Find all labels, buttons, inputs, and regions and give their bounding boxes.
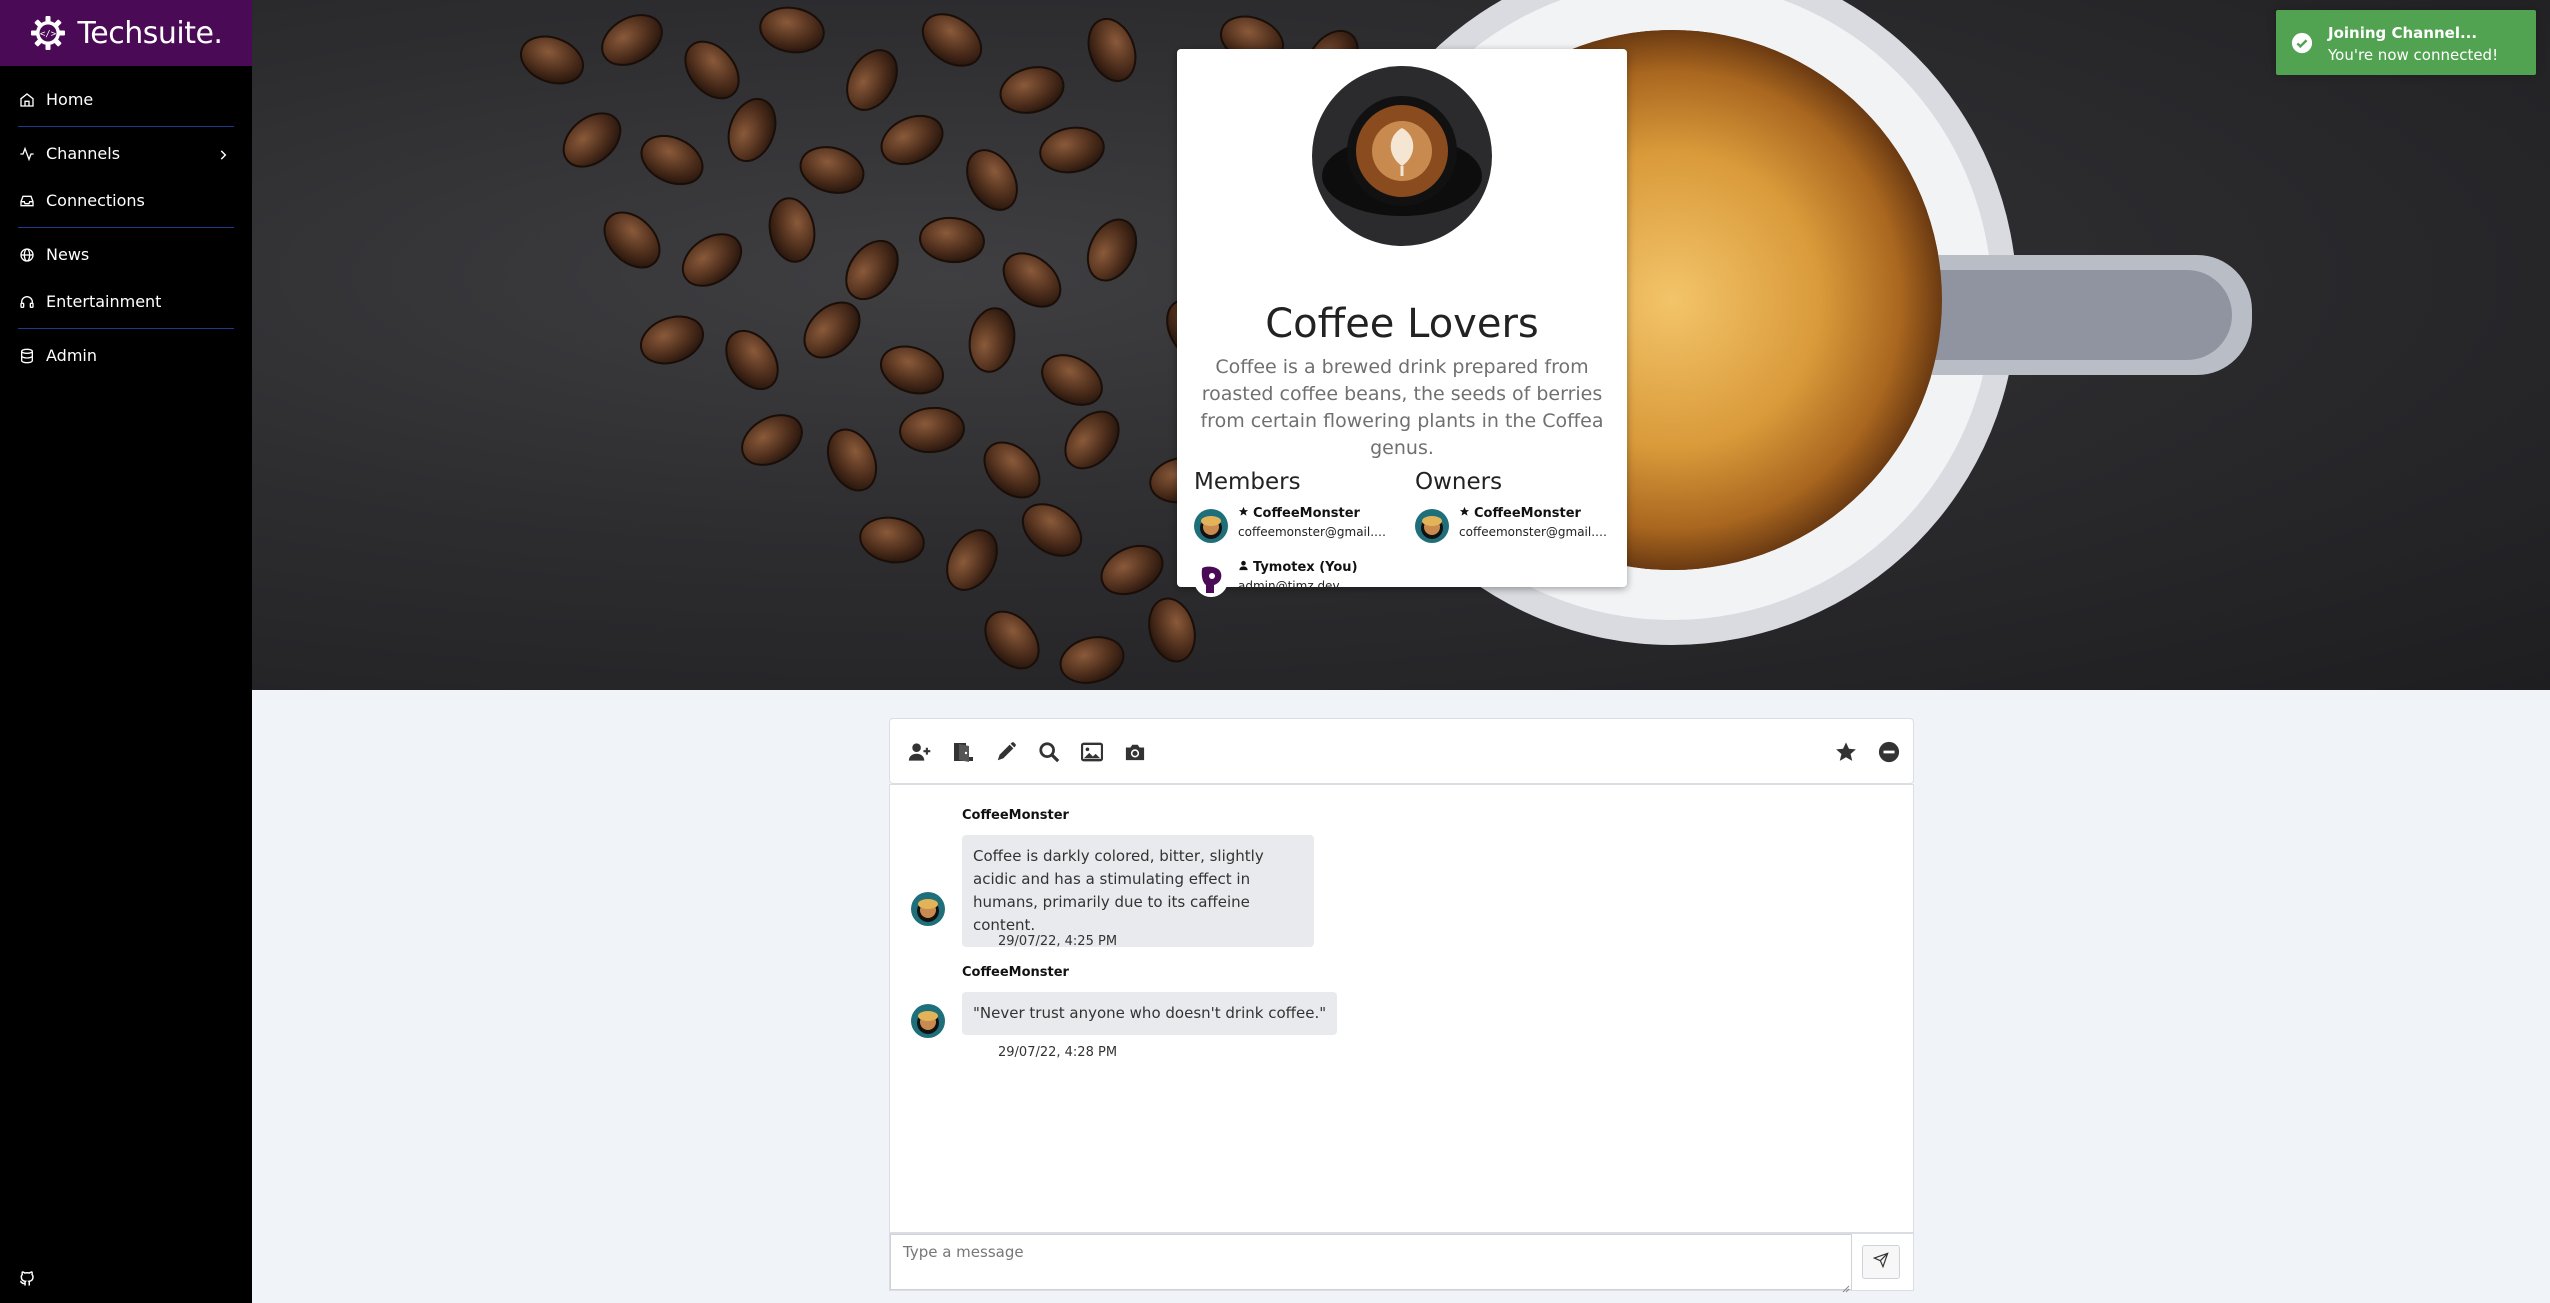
avatar[interactable] [911, 892, 945, 926]
globe-icon [18, 246, 36, 264]
message-composer [889, 1233, 1914, 1293]
divider [18, 328, 234, 329]
chevron-right-icon [216, 147, 230, 161]
sidebar-item-label: Channels [46, 144, 121, 163]
channel-description: Coffee is a brewed drink prepared from r… [1200, 356, 1604, 459]
divider [18, 126, 234, 127]
sidebar-item-connections[interactable]: Connections [0, 177, 252, 224]
owners-list: Owners CoffeeMonster coffeemonster@gmail… [1415, 469, 1625, 559]
star-icon [1459, 505, 1470, 523]
member-email: admin@timz.dev [1238, 579, 1340, 593]
sidebar-item-label: Home [46, 90, 94, 109]
image-icon[interactable] [1080, 740, 1104, 764]
sidebar-item-label: News [46, 245, 90, 264]
brand-name: Techsuite. [77, 15, 223, 51]
search-icon[interactable] [1037, 740, 1061, 764]
edit-icon[interactable] [994, 740, 1018, 764]
star-icon[interactable] [1834, 740, 1858, 764]
toast-title: Joining Channel... [2328, 24, 2478, 42]
database-icon [18, 347, 36, 365]
camera-icon[interactable] [1123, 740, 1147, 764]
owner-name: CoffeeMonster [1474, 506, 1581, 521]
star-icon [1238, 505, 1249, 523]
activity-icon [18, 145, 36, 163]
home-icon [18, 91, 36, 109]
member-item[interactable]: CoffeeMonster coffeemonster@gmail.com [1194, 505, 1404, 559]
chat-toolbar [889, 718, 1914, 784]
message-timestamp: 29/07/22, 4:25 PM [998, 934, 1118, 949]
sidebar-item-label: Connections [46, 191, 145, 210]
owner-item[interactable]: CoffeeMonster coffeemonster@gmail.com [1415, 505, 1625, 559]
divider [18, 227, 234, 228]
github-icon[interactable] [18, 1269, 36, 1287]
message-sender: CoffeeMonster [962, 808, 1069, 823]
avatar [1194, 509, 1228, 543]
sidebar: </> Techsuite. Home Channels Connections… [0, 0, 252, 1303]
member-item[interactable]: Tymotex (You) admin@timz.dev [1194, 559, 1404, 613]
avatar[interactable] [911, 1004, 945, 1038]
invite-user-icon[interactable] [908, 740, 932, 764]
minus-circle-icon[interactable] [1877, 740, 1901, 764]
message-input[interactable] [890, 1234, 1852, 1290]
message-bubble: Coffee is darkly colored, bitter, slight… [962, 835, 1314, 947]
message-bubble: "Never trust anyone who doesn't drink co… [962, 992, 1338, 1035]
message-sender: CoffeeMonster [962, 965, 1069, 980]
headphones-icon [18, 293, 36, 311]
gear-logo-icon: </> [30, 15, 66, 51]
inbox-icon [18, 192, 36, 210]
leave-channel-icon[interactable] [951, 740, 975, 764]
toast-message: You're now connected! [2328, 46, 2499, 64]
user-icon [1238, 559, 1249, 577]
sidebar-nav: Home Channels Connections News Entertain… [0, 66, 252, 379]
members-heading: Members [1194, 469, 1301, 495]
member-name: Tymotex (You) [1253, 560, 1358, 575]
sidebar-item-admin[interactable]: Admin [0, 332, 252, 379]
resize-grip-icon[interactable] [1840, 1278, 1850, 1293]
sidebar-item-news[interactable]: News [0, 231, 252, 278]
avatar [1415, 509, 1449, 543]
check-circle-icon [2291, 32, 2313, 54]
sidebar-item-home[interactable]: Home [0, 76, 252, 123]
sidebar-item-entertainment[interactable]: Entertainment [0, 278, 252, 325]
members-list: Members CoffeeMonster coffeemonster@gmai… [1194, 469, 1404, 613]
brand[interactable]: </> Techsuite. [0, 0, 252, 66]
owner-email: coffeemonster@gmail.com [1459, 525, 1609, 539]
avatar [1194, 563, 1228, 597]
message-timestamp: 29/07/22, 4:28 PM [998, 1045, 1118, 1060]
owners-heading: Owners [1415, 469, 1503, 495]
svg-text:</>: </> [39, 30, 56, 40]
member-name: CoffeeMonster [1253, 506, 1360, 521]
channel-info-card: Coffee Lovers Coffee is a brewed drink p… [1177, 49, 1627, 597]
sidebar-item-label: Entertainment [46, 292, 162, 311]
channel-avatar [1312, 66, 1492, 246]
message-list[interactable]: CoffeeMonster Coffee is darkly colored, … [889, 784, 1914, 1233]
sidebar-item-channels[interactable]: Channels [0, 130, 252, 177]
send-icon [1872, 1252, 1889, 1272]
member-email: coffeemonster@gmail.com [1238, 525, 1388, 539]
send-button[interactable] [1862, 1245, 1900, 1279]
sidebar-item-label: Admin [46, 346, 97, 365]
channel-title: Coffee Lovers [1265, 301, 1539, 347]
toast-notification[interactable]: Joining Channel... You're now connected! [2276, 10, 2536, 75]
